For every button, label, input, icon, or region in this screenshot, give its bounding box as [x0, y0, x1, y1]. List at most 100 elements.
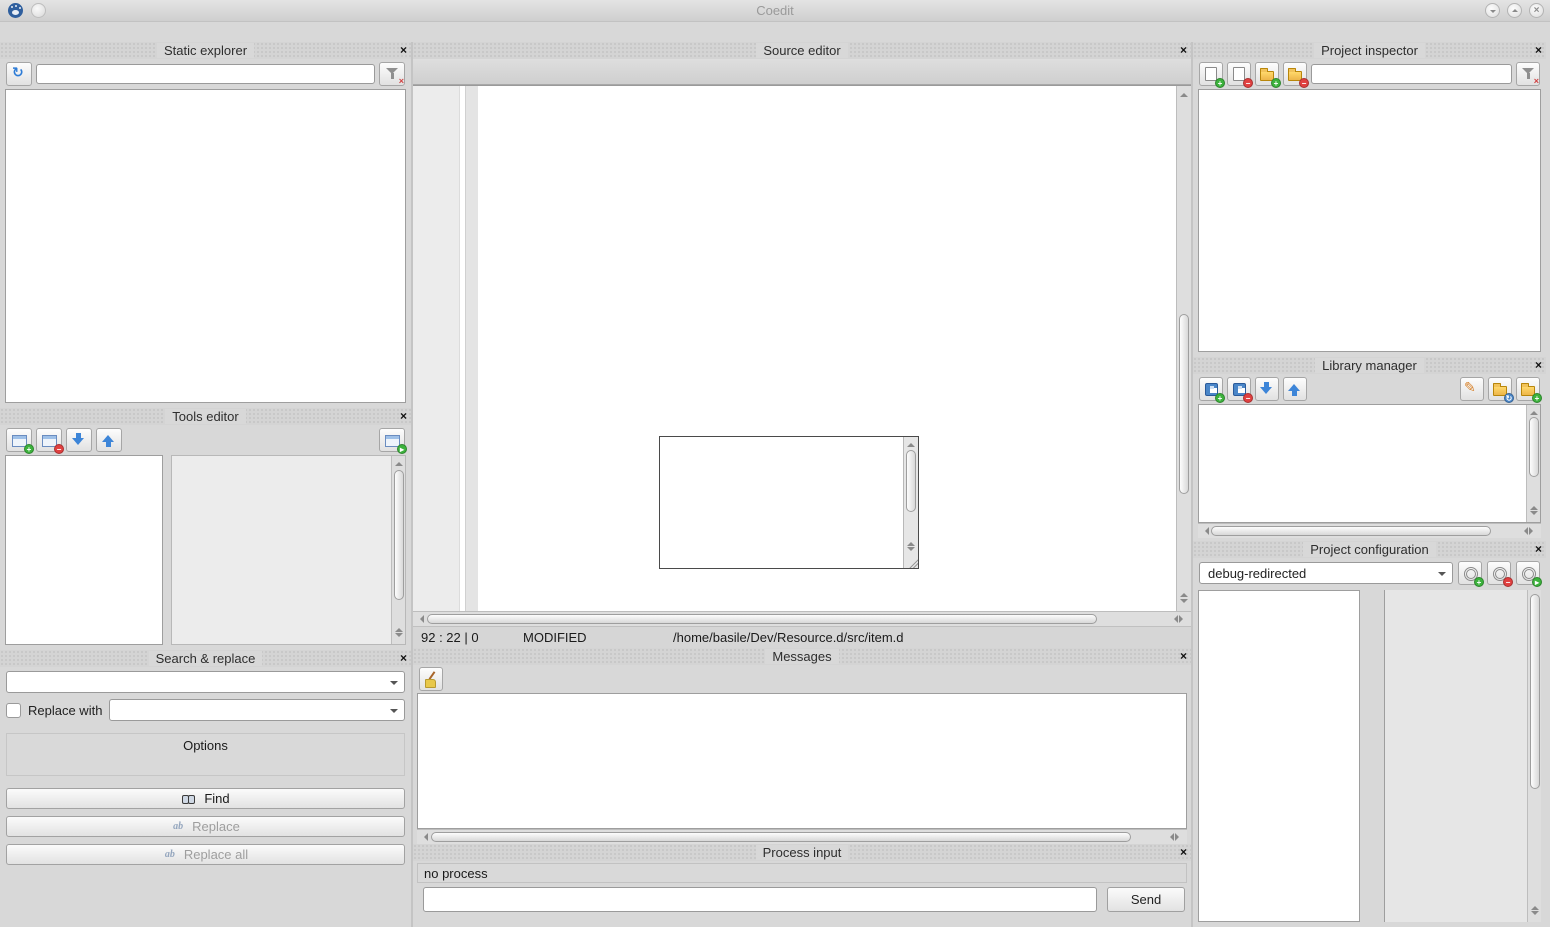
- project-configuration-header: Project configuration ×: [1193, 541, 1546, 558]
- move-up-button[interactable]: [1283, 377, 1307, 401]
- add-folder-button[interactable]: +: [1255, 62, 1279, 86]
- close-button[interactable]: ×: [1529, 3, 1544, 18]
- completion-scrollbar[interactable]: [903, 437, 918, 568]
- library-manager-header: Library manager ×: [1193, 357, 1546, 374]
- move-down-icon: [71, 432, 87, 448]
- remove-folder-button[interactable]: −: [1283, 62, 1307, 86]
- panel-title: Project inspector: [1314, 43, 1425, 58]
- static-explorer-panel: Static explorer × ×: [0, 42, 411, 408]
- close-panel-icon[interactable]: ×: [400, 650, 407, 667]
- replace-term-combobox[interactable]: [109, 699, 405, 721]
- replace-all-button[interactable]: ab Replace all: [6, 844, 405, 865]
- search-replace-header: Search & replace ×: [0, 650, 411, 667]
- remove-config-button[interactable]: −: [1487, 561, 1511, 585]
- editor-hscrollbar[interactable]: [413, 611, 1191, 626]
- run-tool-button[interactable]: ▸: [379, 428, 405, 452]
- chevron-down-icon: [390, 709, 398, 717]
- resize-grip[interactable]: [909, 559, 918, 568]
- code-editor[interactable]: [413, 85, 1191, 611]
- messages-header: Messages ×: [413, 648, 1191, 665]
- edit-library-button[interactable]: [1460, 377, 1484, 401]
- move-down-button[interactable]: [66, 428, 92, 452]
- refresh-button[interactable]: [6, 62, 32, 86]
- close-panel-icon[interactable]: ×: [400, 408, 407, 425]
- title-bar: Coedit ×: [0, 0, 1550, 22]
- maximize-button[interactable]: [1507, 3, 1522, 18]
- minimize-button[interactable]: [1485, 3, 1500, 18]
- close-panel-icon[interactable]: ×: [1180, 844, 1187, 861]
- add-library-button[interactable]: +: [1199, 377, 1223, 401]
- close-panel-icon[interactable]: ×: [400, 42, 407, 59]
- replace-button[interactable]: ab Replace: [6, 816, 405, 837]
- project-configuration-panel: Project configuration × debug-redirected…: [1193, 541, 1546, 927]
- replace-with-checkbox[interactable]: [6, 703, 21, 718]
- filter-button[interactable]: ×: [1516, 62, 1540, 86]
- move-up-icon: [1287, 381, 1303, 397]
- fold-margin: [465, 86, 478, 611]
- close-panel-icon[interactable]: ×: [1180, 42, 1187, 59]
- search-replace-panel: Search & replace × Replace with Options …: [0, 650, 411, 927]
- add-folder-button[interactable]: +: [1516, 377, 1540, 401]
- clear-messages-button[interactable]: [419, 667, 443, 691]
- add-config-button[interactable]: +: [1458, 561, 1482, 585]
- search-term-combobox[interactable]: [6, 671, 405, 693]
- file-path: /home/basile/Dev/Resource.d/src/item.d: [673, 630, 1191, 645]
- close-panel-icon[interactable]: ×: [1535, 541, 1542, 558]
- process-input-header: Process input ×: [413, 844, 1191, 861]
- configuration-properties: [1384, 590, 1541, 922]
- move-up-icon: [101, 432, 117, 448]
- filter-icon: [384, 66, 400, 82]
- remove-library-button[interactable]: −: [1227, 377, 1251, 401]
- close-panel-icon[interactable]: ×: [1535, 42, 1542, 59]
- editor-status-bar: 92 : 22 | 0 MODIFIED /home/basile/Dev/Re…: [413, 626, 1191, 648]
- messages-hscrollbar[interactable]: [417, 829, 1187, 844]
- filter-button[interactable]: ×: [379, 62, 405, 86]
- modified-state: MODIFIED: [523, 630, 673, 645]
- editor-vscrollbar[interactable]: [1176, 86, 1191, 611]
- close-panel-icon[interactable]: ×: [1535, 357, 1542, 374]
- config-scrollbar[interactable]: [1527, 590, 1541, 922]
- panel-title: Project configuration: [1303, 542, 1436, 557]
- refresh-icon: [11, 66, 27, 82]
- configuration-selector[interactable]: debug-redirected: [1199, 562, 1453, 584]
- editor-tab-bar: [413, 59, 1191, 85]
- find-button[interactable]: Find: [6, 788, 405, 809]
- edit-library-icon: [1464, 381, 1480, 397]
- library-table: [1198, 404, 1541, 523]
- tools-editor-panel: Tools editor × + − ▸: [0, 408, 411, 650]
- chevron-down-icon: [1438, 572, 1446, 580]
- library-vscrollbar[interactable]: [1526, 405, 1540, 522]
- process-input-panel: Process input × no process Send: [413, 844, 1191, 927]
- clone-config-button[interactable]: ▸: [1516, 561, 1540, 585]
- project-inspector-panel: Project inspector × + − + − ×: [1193, 42, 1546, 357]
- remove-file-button[interactable]: −: [1227, 62, 1251, 86]
- process-input-field[interactable]: [423, 887, 1097, 912]
- move-down-button[interactable]: [1255, 377, 1279, 401]
- scan-folder-button[interactable]: ↻: [1488, 377, 1512, 401]
- add-file-button[interactable]: +: [1199, 62, 1223, 86]
- add-tool-button[interactable]: +: [6, 428, 32, 452]
- symbol-search-input[interactable]: [36, 64, 375, 84]
- panel-title: Messages: [765, 649, 838, 664]
- panel-title: Source editor: [756, 43, 847, 58]
- completion-popup: [659, 436, 919, 569]
- panel-title: Tools editor: [165, 409, 245, 424]
- panel-title: Process input: [756, 845, 849, 860]
- window-title: Coedit: [0, 3, 1550, 18]
- tools-list: [5, 455, 163, 645]
- move-up-button[interactable]: [96, 428, 122, 452]
- replace-all-icon: ab: [163, 849, 177, 861]
- options-title: Options: [7, 738, 404, 753]
- library-hscrollbar[interactable]: [1198, 523, 1541, 538]
- coedit-window: Coedit × Static explorer × ×: [0, 0, 1550, 927]
- remove-tool-button[interactable]: −: [36, 428, 62, 452]
- send-button[interactable]: Send: [1107, 887, 1185, 912]
- replace-icon: ab: [171, 821, 185, 833]
- find-icon: [181, 793, 197, 805]
- panel-title: Search & replace: [149, 651, 263, 666]
- properties-scrollbar[interactable]: [391, 456, 405, 644]
- message-log[interactable]: [417, 693, 1187, 829]
- chevron-down-icon: [390, 681, 398, 689]
- project-filter-input[interactable]: [1311, 64, 1512, 84]
- close-panel-icon[interactable]: ×: [1180, 648, 1187, 665]
